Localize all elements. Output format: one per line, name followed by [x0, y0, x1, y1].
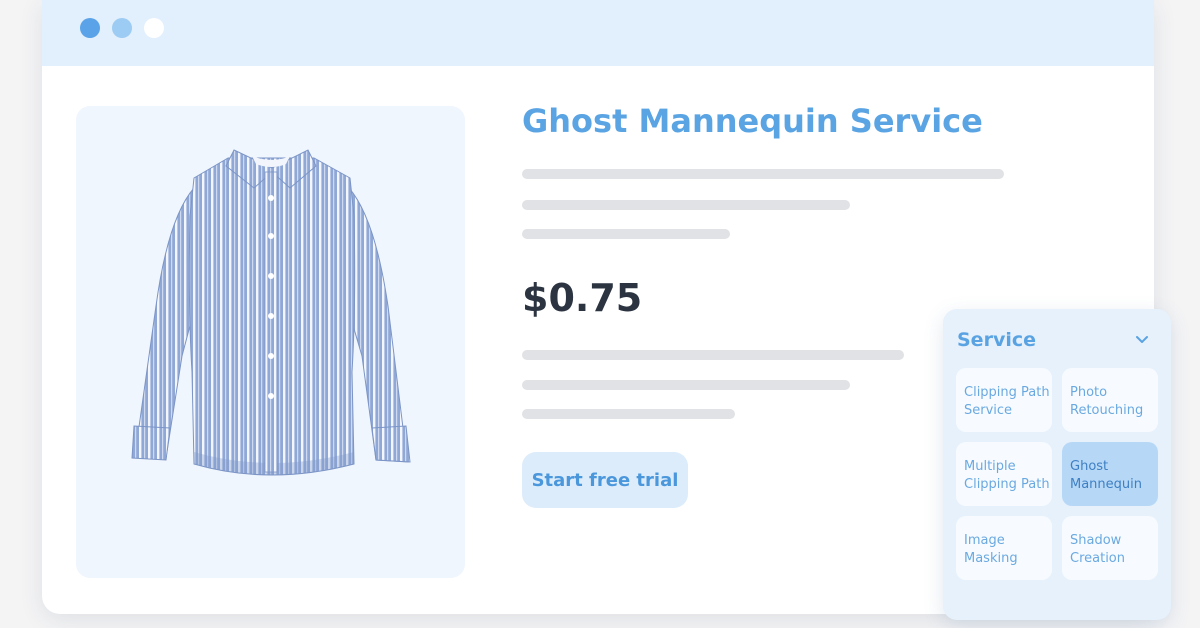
product-title: Ghost Mannequin Service — [522, 102, 983, 140]
service-option-label: Masking — [964, 551, 1018, 566]
service-option-label: Photo — [1070, 385, 1108, 400]
service-option-label: Retouching — [1070, 403, 1144, 418]
shirt-image — [131, 149, 411, 476]
service-option-multiple-clipping-path[interactable]: Multiple Clipping Path — [956, 442, 1052, 506]
service-option-label: Shadow — [1070, 533, 1122, 548]
service-option-label: Creation — [1070, 551, 1126, 566]
text-placeholder-line — [522, 380, 850, 390]
window-minimize-dot[interactable] — [112, 18, 132, 38]
service-option-clipping-path-service[interactable]: Clipping Path Service — [956, 368, 1052, 432]
text-placeholder-line — [522, 229, 730, 239]
service-option-photo-retouching[interactable]: Photo Retouching — [1062, 368, 1158, 432]
chevron-down-icon[interactable] — [1135, 335, 1149, 345]
service-option-label: Image — [964, 533, 1005, 548]
window-close-dot[interactable] — [80, 18, 100, 38]
service-option-label: Service — [964, 403, 1013, 418]
text-placeholder-line — [522, 169, 1004, 179]
service-option-label: Clipping Path — [964, 385, 1050, 400]
text-placeholder-line — [522, 409, 735, 419]
window-maximize-dot[interactable] — [144, 18, 164, 38]
service-option-ghost-mannequin[interactable]: Ghost Mannequin — [1062, 442, 1158, 506]
service-option-shadow-creation[interactable]: Shadow Creation — [1062, 516, 1158, 580]
window-titlebar — [42, 0, 1154, 66]
text-placeholder-line — [522, 200, 850, 210]
service-option-label: Clipping Path — [964, 477, 1050, 492]
service-dropdown-panel: Service Clipping Path Service Photo Reto… — [943, 309, 1171, 620]
text-placeholder-line — [522, 350, 904, 360]
start-free-trial-button[interactable]: Start free trial — [522, 452, 688, 508]
service-option-label: Mannequin — [1070, 477, 1143, 492]
product-price: $0.75 — [522, 276, 643, 320]
service-option-label: Multiple — [964, 459, 1016, 474]
service-option-image-masking[interactable]: Image Masking — [956, 516, 1052, 580]
service-option-label: Ghost — [1070, 459, 1109, 474]
service-panel-title: Service — [957, 329, 1036, 351]
product-image-panel — [76, 106, 465, 578]
